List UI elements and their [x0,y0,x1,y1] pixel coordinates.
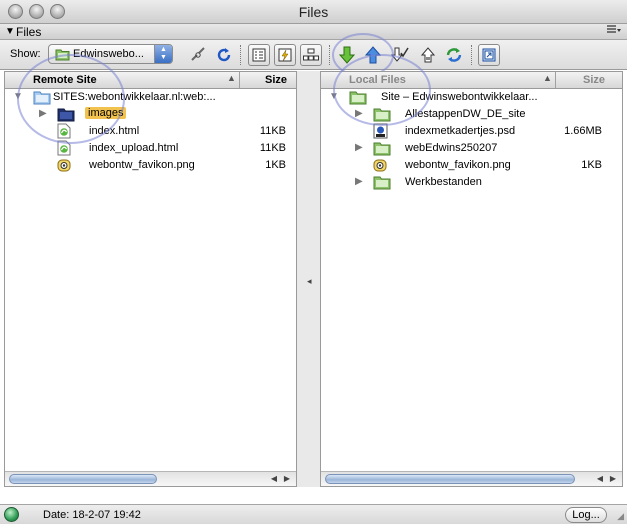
local-files-pane[interactable]: Local Files ▲ Size ▼ Site – Edwinswebont… [320,54,623,487]
check-out-icon[interactable] [389,44,411,66]
scroll-left-icon[interactable]: ◀ [268,474,280,484]
local-column-header[interactable]: Local Files ▲ Size [321,72,622,89]
panel-options-menu-icon[interactable] [607,25,621,38]
file-name: webEdwins250207 [405,142,498,154]
file-size: 11KB [259,125,286,137]
remote-horizontal-scrollbar[interactable]: ◀ ▶ [5,471,296,486]
scroll-thumb[interactable] [325,474,575,484]
window-title: Files [298,4,329,20]
disclosure-open-icon[interactable]: ▼ [13,91,23,102]
file-row[interactable]: ▼ SITES:webontwikkelaar.nl:web:... [5,89,296,106]
file-name: AllestappenDW_DE_site [405,108,526,120]
expand-collapse-icon[interactable] [478,44,500,66]
folder-icon [373,174,391,193]
file-row[interactable]: index_upload.html 11KB [5,140,296,157]
sort-ascending-icon: ▲ [227,73,236,83]
file-size: 1KB [265,159,286,171]
site-select[interactable]: Edwinswebo... ▲ ▼ [48,44,173,64]
toolbar-separator [471,45,472,65]
local-horizontal-scrollbar[interactable]: ◀ ▶ [321,471,622,486]
file-name: index_upload.html [89,142,179,154]
check-in-icon[interactable] [417,44,439,66]
file-size: 1KB [581,159,602,171]
file-row[interactable]: webontw_favikon.png 1KB [321,157,622,174]
file-size: 11KB [259,142,286,154]
remote-site-column[interactable]: Remote Site [33,74,97,86]
get-files-icon[interactable] [336,44,358,66]
toolbar-separator [240,45,241,65]
file-row[interactable]: indexmetkadertjes.psd 1.66MB [321,123,622,140]
collapse-triangle-icon[interactable]: ▼ [5,26,15,37]
file-name: Werkbestanden [405,176,482,188]
remote-size-column[interactable]: Size [265,74,287,86]
scroll-right-icon[interactable]: ▶ [281,474,293,484]
connect-icon[interactable] [187,44,209,66]
scroll-right-icon[interactable]: ▶ [607,474,619,484]
disclosure-closed-icon[interactable]: ▶ [355,108,363,119]
local-size-column[interactable]: Size [583,74,605,86]
site-folder-icon [55,48,70,64]
scroll-thumb[interactable] [9,474,157,484]
repository-view-icon[interactable] [300,44,322,66]
file-name: webontw_favikon.png [89,159,195,171]
files-toolbar: Show: Edwinswebo... ▲ ▼ [0,33,627,77]
column-divider [239,72,240,88]
file-size: 1.66MB [564,125,602,137]
globe-icon [4,507,19,522]
refresh-icon[interactable] [213,44,235,66]
status-date: Date: 18-2-07 19:42 [43,509,141,521]
panel-header[interactable]: ▼ Files [0,24,627,40]
column-divider [555,72,556,88]
local-files-column[interactable]: Local Files [349,74,406,86]
toolbar-separator [329,45,330,65]
splitter-grip-icon[interactable]: ◂ [307,276,312,287]
file-row[interactable]: ▶ webEdwins250207 [321,140,622,157]
status-bar: Date: 18-2-07 19:42 Log... ◢ [0,504,627,524]
select-arrows-icon: ▲ ▼ [154,45,172,63]
file-row[interactable]: ▶ images [5,106,296,123]
disclosure-closed-icon[interactable]: ▶ [39,108,47,119]
file-row[interactable]: ▼ Site – Edwinswebontwikkelaar... [321,89,622,106]
disclosure-closed-icon[interactable]: ▶ [355,142,363,153]
file-name: Site – Edwinswebontwikkelaar... [381,91,538,103]
file-name: webontw_favikon.png [405,159,511,171]
disclosure-closed-icon[interactable]: ▶ [355,176,363,187]
remote-site-pane[interactable]: Remote Site ▲ Size ▼ SITES:webontwikkela… [4,54,297,487]
pane-splitter[interactable]: ◂ [297,71,320,487]
file-name: SITES:webontwikkelaar.nl:web:... [53,91,216,103]
testing-server-icon[interactable] [274,44,296,66]
put-files-icon[interactable] [362,44,384,66]
show-label: Show: [10,48,41,60]
file-view-icon[interactable] [248,44,270,66]
file-row[interactable]: webontw_favikon.png 1KB [5,157,296,174]
file-row[interactable]: index.html 11KB [5,123,296,140]
panel-title: Files [16,25,42,39]
image-file-icon [57,157,71,176]
site-select-value: Edwinswebo... [73,48,144,60]
scroll-left-icon[interactable]: ◀ [594,474,606,484]
file-name: indexmetkadertjes.psd [405,125,516,137]
synchronize-icon[interactable] [443,44,465,66]
file-name: images [85,107,127,119]
remote-column-header[interactable]: Remote Site ▲ Size [5,72,296,89]
log-button[interactable]: Log... [565,507,607,523]
file-row[interactable]: ▶ Werkbestanden [321,174,622,191]
disclosure-open-icon[interactable]: ▼ [329,91,339,102]
sort-ascending-icon: ▲ [543,73,552,83]
file-name: index.html [89,125,140,137]
file-row[interactable]: ▶ AllestappenDW_DE_site [321,106,622,123]
window-titlebar: Files [0,0,627,24]
resize-grip-icon[interactable]: ◢ [617,511,624,522]
